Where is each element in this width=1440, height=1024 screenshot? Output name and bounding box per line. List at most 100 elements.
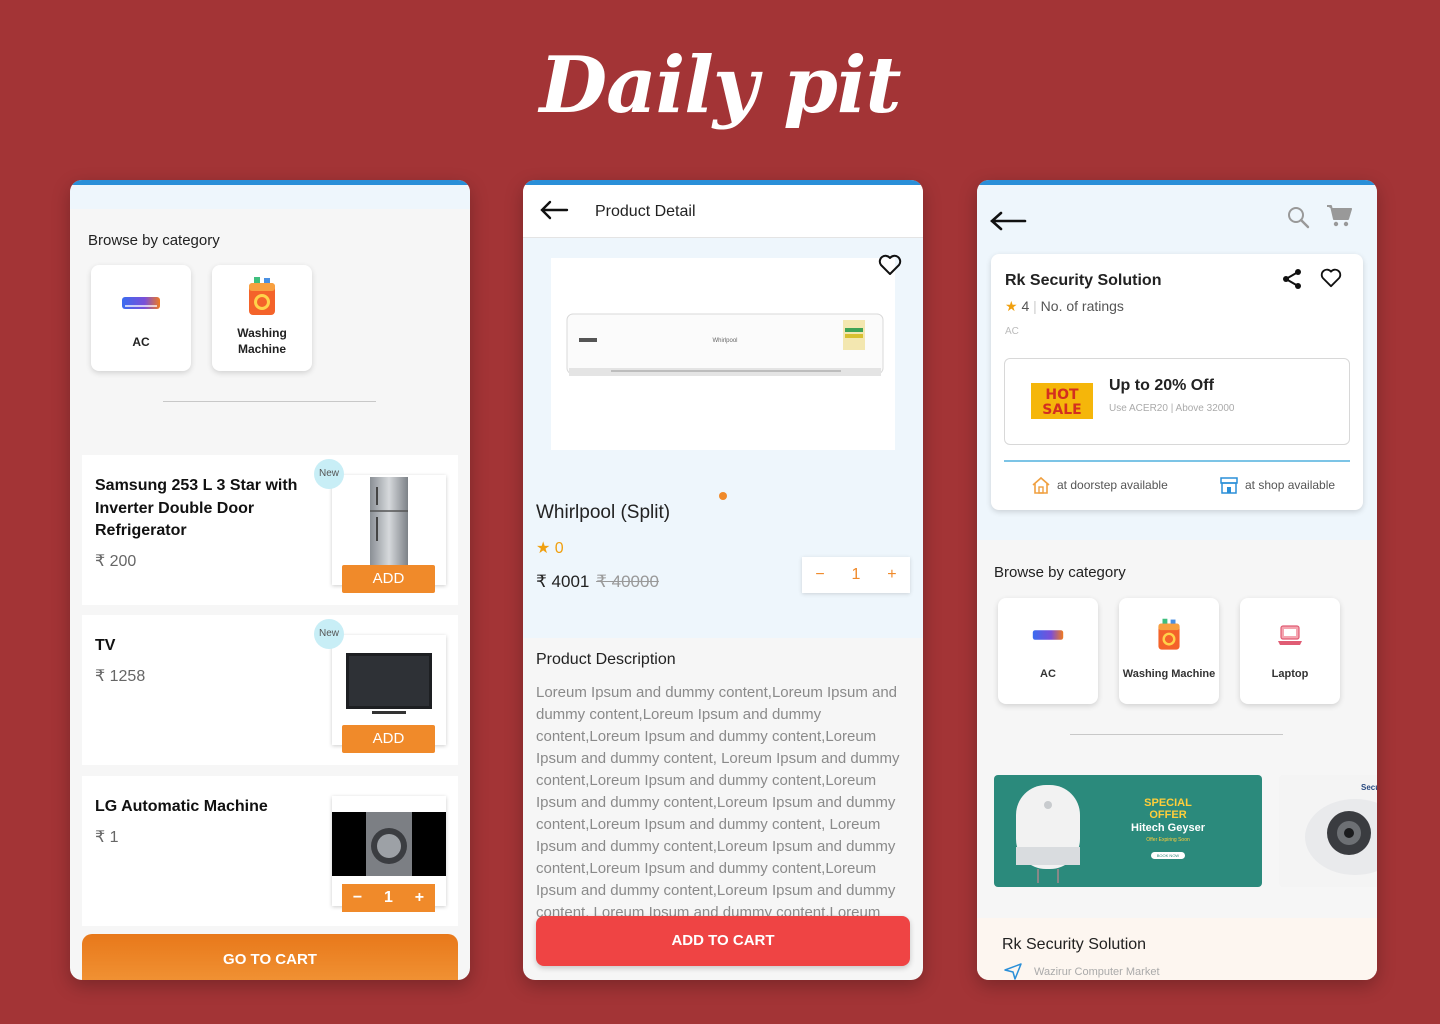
category-washing-machine[interactable]: Washing Machine bbox=[1119, 598, 1219, 704]
shop-label: at shop available bbox=[1245, 478, 1336, 492]
ratings-label: No. of ratings bbox=[1040, 298, 1124, 314]
doorstep-label: at doorstep available bbox=[1057, 478, 1168, 492]
cart-icon[interactable] bbox=[1326, 204, 1352, 228]
banner-line4: Offer Expiring Soon bbox=[1146, 837, 1190, 843]
top-strip bbox=[70, 185, 470, 209]
category-label: AC bbox=[1040, 668, 1056, 680]
washing-machine-icon bbox=[249, 277, 275, 315]
banner-line3: Hitech Geyser bbox=[1131, 822, 1205, 834]
add-button[interactable]: ADD bbox=[342, 565, 435, 593]
add-button[interactable]: ADD bbox=[342, 725, 435, 753]
divider bbox=[163, 401, 376, 402]
rating-separator: | bbox=[1033, 298, 1037, 314]
product-name: Samsung 253 L 3 Star with Inverter Doubl… bbox=[95, 477, 298, 539]
banner2-text: Securi bbox=[1361, 783, 1377, 792]
category-label: Washing Machine bbox=[237, 326, 287, 356]
category-label: Laptop bbox=[1271, 668, 1309, 680]
description-title: Product Description bbox=[536, 651, 676, 668]
price: ₹ 4001 ₹ 40000 bbox=[536, 572, 659, 592]
hot-sale-text: SALE bbox=[1042, 402, 1081, 418]
rating-value: 4 bbox=[1021, 298, 1030, 314]
back-arrow-icon[interactable] bbox=[539, 199, 569, 221]
product-card[interactable]: Samsung 253 L 3 Star with Inverter Doubl… bbox=[82, 455, 458, 605]
offer-subtitle: Use ACER20 | Above 32000 bbox=[1109, 403, 1235, 414]
category-label: Washing Machine bbox=[1122, 668, 1216, 680]
quantity-value: 1 bbox=[851, 566, 861, 583]
carousel-dot[interactable] bbox=[719, 492, 727, 500]
category-ac[interactable]: AC bbox=[998, 598, 1098, 704]
category-laptop[interactable]: Laptop bbox=[1240, 598, 1340, 704]
doorstep-availability: at doorstep available bbox=[1031, 476, 1168, 494]
ac-icon bbox=[1032, 630, 1064, 640]
product-card[interactable]: LG Automatic Machine ₹ 1 − 1 + bbox=[82, 776, 458, 926]
rating-value: 0 bbox=[554, 540, 564, 557]
old-price: ₹ 40000 bbox=[596, 572, 659, 591]
laptop-icon bbox=[1278, 625, 1302, 645]
divider bbox=[1070, 734, 1283, 735]
brand-title: Daily pit bbox=[539, 40, 901, 131]
category-ac[interactable]: AC bbox=[91, 265, 191, 371]
header: Product Detail bbox=[523, 185, 923, 238]
screen-store: Rk Security Solution ★ 4 | No. of rating… bbox=[977, 180, 1377, 980]
add-to-cart-button[interactable]: ADD TO CART bbox=[536, 916, 910, 966]
shop-icon bbox=[1220, 477, 1238, 494]
rating: ★ 0 bbox=[536, 538, 564, 558]
header-title: Product Detail bbox=[595, 203, 696, 220]
banner-text: SPECIAL OFFER Hitech Geyser Offer Expiri… bbox=[1104, 797, 1232, 862]
hot-sale-badge: HOT SALE bbox=[1031, 383, 1093, 419]
store-name: Rk Security Solution bbox=[1005, 272, 1162, 289]
product-name: LG Automatic Machine bbox=[95, 798, 268, 815]
new-badge: New bbox=[314, 619, 344, 649]
store-address: Wazirur Computer Market bbox=[1034, 966, 1160, 978]
star-icon: ★ bbox=[1005, 298, 1018, 314]
shop-availability: at shop available bbox=[1219, 476, 1335, 494]
back-arrow-icon[interactable] bbox=[989, 210, 1027, 232]
divider bbox=[1004, 460, 1350, 462]
brand-logo: Whirlpool bbox=[712, 338, 737, 344]
product-price: ₹ 1258 bbox=[95, 668, 146, 685]
plus-icon[interactable]: + bbox=[887, 566, 896, 584]
minus-icon[interactable]: − bbox=[353, 889, 362, 907]
quantity-stepper[interactable]: − 1 + bbox=[802, 557, 910, 593]
star-icon: ★ bbox=[536, 540, 551, 557]
security-banner[interactable]: Securi bbox=[1279, 775, 1377, 887]
share-icon[interactable] bbox=[1281, 268, 1303, 290]
banner-line2: OFFER bbox=[1149, 809, 1187, 821]
product-name: Whirlpool (Split) bbox=[536, 502, 671, 523]
minus-icon[interactable]: − bbox=[815, 566, 824, 584]
offer-card[interactable]: HOT SALE Up to 20% Off Use ACER20 | Abov… bbox=[1004, 358, 1350, 445]
search-icon[interactable] bbox=[1286, 205, 1310, 229]
category-washing-machine[interactable]: Washing Machine bbox=[212, 265, 312, 371]
store-list-item[interactable]: Rk Security Solution Wazirur Computer Ma… bbox=[977, 918, 1377, 980]
product-card[interactable]: TV ₹ 1258 New ADD bbox=[82, 615, 458, 765]
product-name: TV bbox=[95, 637, 116, 654]
product-price: ₹ 200 bbox=[95, 553, 137, 570]
heart-icon[interactable] bbox=[1320, 268, 1342, 288]
offer-title: Up to 20% Off bbox=[1109, 377, 1214, 394]
ac-icon bbox=[122, 297, 160, 309]
hot-sale-text: HOT bbox=[1045, 387, 1079, 403]
split-ac-image: Whirlpool bbox=[566, 313, 884, 376]
navigation-icon bbox=[1004, 963, 1022, 980]
store-name: Rk Security Solution bbox=[1002, 936, 1147, 953]
section-title: Browse by category bbox=[994, 564, 1126, 581]
go-to-cart-button[interactable]: GO TO CART bbox=[82, 934, 458, 980]
quantity-stepper[interactable]: − 1 + bbox=[342, 884, 435, 912]
washing-machine-icon bbox=[1158, 618, 1180, 650]
current-price: ₹ 4001 bbox=[536, 572, 590, 591]
book-now-button[interactable]: BOOK NOW bbox=[1150, 852, 1186, 859]
heart-icon[interactable] bbox=[878, 254, 902, 276]
store-category: AC bbox=[1005, 326, 1019, 337]
section-title: Browse by category bbox=[88, 232, 220, 249]
home-icon bbox=[1032, 476, 1050, 494]
new-badge: New bbox=[314, 459, 344, 489]
plus-icon[interactable]: + bbox=[415, 889, 424, 907]
store-rating: ★ 4 | No. of ratings bbox=[1005, 298, 1124, 315]
product-image: Whirlpool bbox=[551, 258, 895, 450]
category-label: AC bbox=[132, 335, 150, 349]
screen-home: Browse by category AC Washing Machine Sa… bbox=[70, 180, 470, 980]
product-price: ₹ 1 bbox=[95, 829, 119, 846]
quantity-value: 1 bbox=[384, 889, 393, 906]
screen-product-detail: Product Detail Whirlpool Whirlpool (Spli… bbox=[523, 180, 923, 980]
offer-banner[interactable]: SPECIAL OFFER Hitech Geyser Offer Expiri… bbox=[994, 775, 1262, 887]
